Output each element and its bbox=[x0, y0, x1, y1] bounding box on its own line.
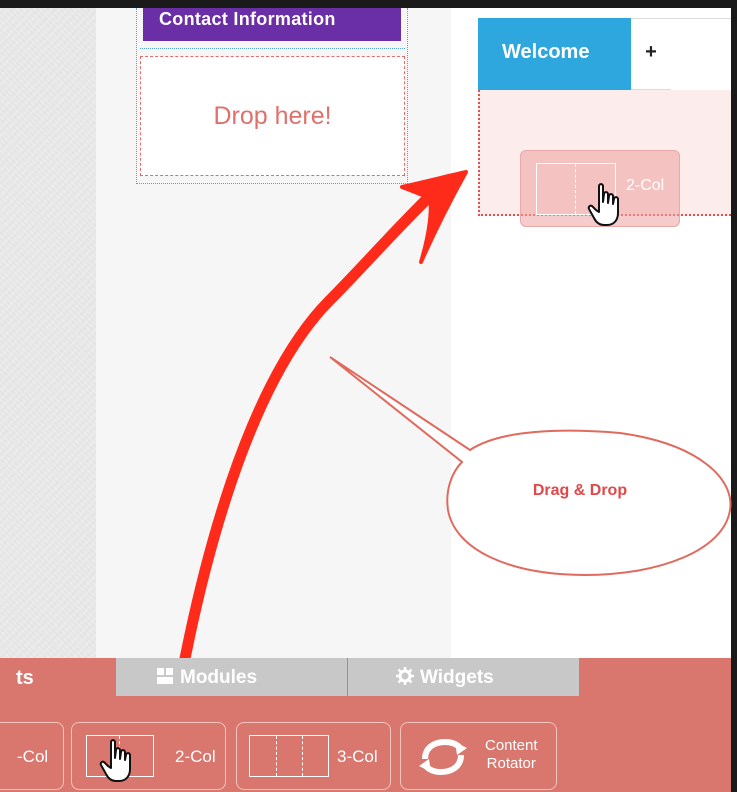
left-module-stack: Contact Information Drop here! bbox=[136, 8, 408, 184]
content-rotator-button[interactable]: Content Rotator bbox=[400, 722, 557, 790]
one-column-layout-button[interactable]: -Col bbox=[0, 722, 64, 790]
editor-canvas: Contact Information Drop here! Welcome + bbox=[0, 8, 731, 658]
tab-strip-border bbox=[671, 18, 731, 19]
drop-here-placeholder[interactable]: Drop here! bbox=[140, 56, 405, 176]
column-divider bbox=[276, 736, 277, 776]
tab-widgets[interactable]: Widgets bbox=[348, 658, 579, 696]
column-divider bbox=[302, 736, 303, 776]
add-tab-button[interactable]: + bbox=[631, 18, 671, 90]
hand-grab-cursor-icon bbox=[99, 739, 131, 782]
dragged-item-label: 2-Col bbox=[626, 177, 665, 194]
rotator-label-line1: Content bbox=[485, 737, 538, 754]
tab-modules[interactable]: Modules bbox=[116, 658, 347, 696]
three-col-label: 3-Col bbox=[337, 747, 378, 766]
tab-modules-label: Modules bbox=[180, 667, 258, 688]
stack-separator bbox=[140, 48, 405, 49]
one-col-label: -Col bbox=[17, 747, 49, 766]
module-grid-icon bbox=[157, 668, 173, 684]
two-column-layout-button[interactable]: 2-Col bbox=[71, 722, 226, 790]
rotator-label-line2: Rotator bbox=[486, 755, 536, 772]
three-column-layout-button[interactable]: 3-Col bbox=[236, 722, 391, 790]
contact-information-header[interactable]: Contact Information bbox=[143, 8, 401, 41]
bottom-tab-strip: ts Modules Widgets bbox=[0, 658, 731, 696]
left-background-texture bbox=[0, 8, 96, 658]
tab-welcome[interactable]: Welcome bbox=[478, 18, 631, 90]
refresh-cycle-icon bbox=[419, 738, 467, 776]
hand-pointer-icon bbox=[587, 183, 619, 226]
tab-widgets-label: Widgets bbox=[420, 667, 494, 688]
two-col-label: 2-Col bbox=[175, 747, 216, 766]
column-divider bbox=[575, 164, 576, 214]
three-column-layout-icon bbox=[249, 735, 329, 777]
content-rotator-label: Content Rotator bbox=[485, 737, 538, 773]
callout-label: Drag & Drop bbox=[532, 482, 628, 499]
tab-layouts[interactable]: ts bbox=[0, 658, 116, 696]
widget-gear-icon bbox=[396, 667, 414, 685]
